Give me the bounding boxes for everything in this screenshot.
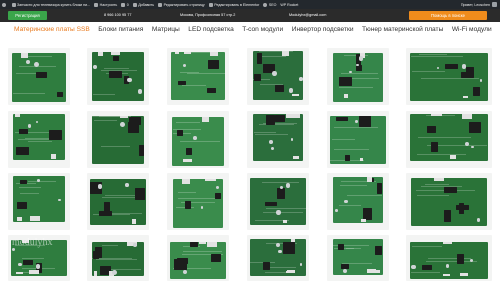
admin-new-content-label: Добавить [138, 2, 155, 7]
product-card[interactable] [406, 111, 492, 168]
tab-backlight-inverter[interactable]: Инвертор подсветки [292, 26, 354, 33]
brush-icon [94, 2, 99, 7]
admin-comments[interactable]: 0 [119, 0, 131, 9]
product-image [12, 53, 66, 102]
seo-icon [263, 2, 268, 7]
product-card[interactable] [327, 111, 389, 168]
comment-icon [121, 2, 126, 7]
product-image [333, 53, 383, 102]
category-tabs: Материнские платы SSB Блоки питания Матр… [0, 22, 500, 36]
home-icon [11, 2, 16, 7]
search-help-button[interactable]: Помощь в поиске [409, 11, 487, 20]
admin-wp-rocket[interactable]: WP Rocket [278, 0, 300, 9]
admin-site-name[interactable]: Запчасти для телевизора купить блоки пи.… [10, 0, 93, 9]
product-image [250, 239, 306, 276]
product-card[interactable] [8, 48, 70, 105]
wp-logo-menu[interactable] [0, 0, 10, 9]
tab-matrices[interactable]: Матрицы [152, 26, 180, 33]
product-image [171, 52, 227, 100]
admin-new-content[interactable]: Добавить [131, 0, 156, 9]
product-card[interactable] [167, 48, 229, 105]
product-image [92, 242, 144, 276]
product-card[interactable] [247, 48, 309, 105]
product-image [13, 114, 65, 160]
product-card[interactable] [247, 173, 309, 230]
product-card[interactable] [8, 235, 70, 281]
admin-customize-label: Настроить [99, 2, 118, 7]
product-image [410, 242, 488, 279]
admin-edit-page[interactable]: Редактировать страницу [156, 0, 207, 9]
admin-site-name-label: Запчасти для телевизора купить блоки пи.… [17, 2, 91, 7]
avatar [492, 2, 497, 7]
plus-icon [132, 2, 137, 7]
product-image [253, 114, 303, 161]
product-card[interactable] [406, 48, 492, 105]
tab-tuner[interactable]: Тюнер материнской платы [362, 26, 443, 33]
product-image [170, 242, 226, 279]
admin-customize[interactable]: Настроить [92, 0, 119, 9]
site-header: Регистрация 8 966 100 95 77 Москва, Проф… [0, 9, 500, 22]
product-image [253, 51, 303, 100]
product-card[interactable] [167, 111, 229, 168]
admin-seo-label: SEO [268, 2, 277, 7]
product-card[interactable] [87, 111, 149, 168]
tab-power-supplies[interactable]: Блоки питания [98, 26, 143, 33]
admin-wp-rocket-label: WP Rocket [280, 2, 299, 7]
tab-wifi-modules[interactable]: Wi-Fi модули [452, 26, 492, 33]
product-card[interactable] [247, 235, 309, 281]
admin-comments-count: 0 [126, 2, 129, 7]
wordpress-icon [2, 2, 6, 7]
header-address: Москва, Профсоюзная 57 стр.2 [180, 13, 236, 17]
product-image [330, 116, 386, 164]
product-grid [0, 48, 500, 281]
product-card[interactable] [406, 235, 492, 281]
product-image [410, 114, 488, 161]
product-image [13, 176, 65, 222]
product-card[interactable] [87, 235, 149, 281]
admin-edit-elementor[interactable]: Редактировать в Elementor [207, 0, 262, 9]
header-email[interactable]: Modulyhx@gmail.com [289, 13, 326, 17]
tab-motherboards[interactable]: Материнские платы SSB [14, 26, 90, 33]
product-image [11, 240, 67, 276]
product-card[interactable] [8, 111, 70, 168]
product-image [90, 179, 146, 225]
product-card[interactable] [87, 48, 149, 105]
product-card[interactable] [87, 173, 149, 230]
product-image [333, 177, 383, 223]
product-image [172, 117, 224, 166]
admin-seo[interactable]: SEO [261, 0, 278, 9]
product-image [333, 239, 383, 275]
product-card[interactable] [327, 235, 389, 281]
product-image [173, 179, 223, 228]
product-image [410, 53, 488, 101]
tab-led-backlight[interactable]: LED подсветка [188, 26, 234, 33]
admin-edit-page-label: Редактировать страницу [163, 2, 205, 7]
product-card[interactable] [167, 173, 229, 230]
product-card[interactable] [167, 235, 229, 281]
product-image [92, 116, 144, 164]
product-image [411, 178, 487, 226]
elementor-icon [208, 2, 213, 7]
admin-greeting: Привет, Leoschen [460, 2, 490, 7]
admin-edit-elementor-label: Редактировать в Elementor [214, 2, 260, 7]
product-card[interactable] [327, 48, 389, 105]
product-card[interactable] [8, 173, 70, 230]
product-card[interactable] [327, 173, 389, 230]
product-card[interactable] [406, 173, 492, 230]
pencil-icon [158, 2, 163, 7]
wp-admin-bar: Запчасти для телевизора купить блоки пи.… [0, 0, 500, 9]
product-image [92, 52, 144, 101]
product-card[interactable] [247, 111, 309, 168]
admin-account[interactable]: Привет, Leoschen [461, 2, 500, 7]
header-phone[interactable]: 8 966 100 95 77 [104, 13, 131, 17]
register-button[interactable]: Регистрация [8, 11, 47, 20]
tab-tcon-modules[interactable]: T-con модули [242, 26, 283, 33]
product-image [250, 178, 309, 225]
